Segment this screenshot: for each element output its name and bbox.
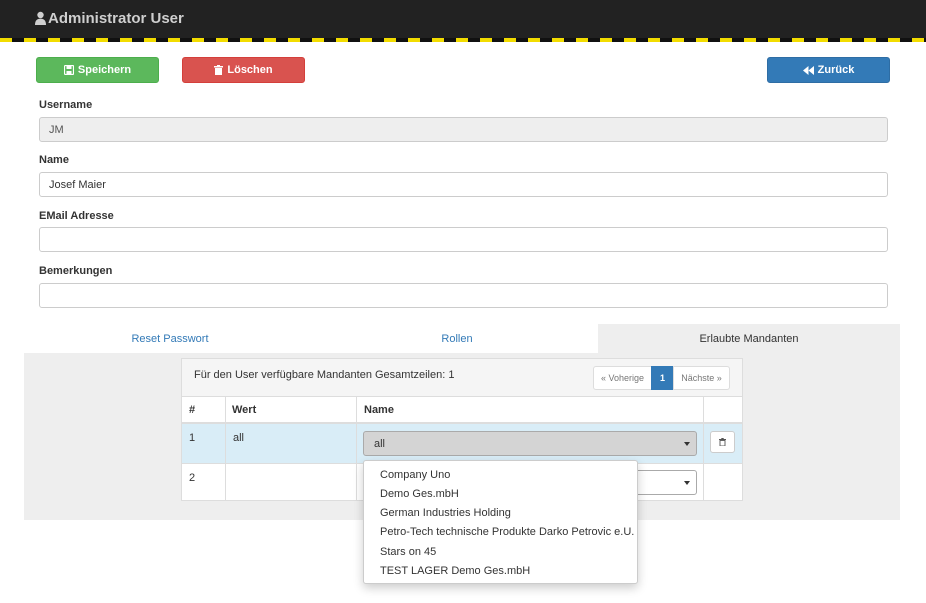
save-button-label: Speichern	[77, 64, 132, 76]
delete-button[interactable]: Löschen	[182, 57, 305, 83]
user-icon	[35, 11, 46, 25]
tab-reset-password[interactable]: Reset Passwort	[24, 324, 316, 353]
page-title: Administrator User	[48, 10, 184, 27]
username-value: JM	[49, 123, 64, 136]
panel-heading: Für den User verfügbare Mandanten Gesamt…	[182, 359, 742, 397]
trash-icon	[719, 438, 726, 446]
tab-roles[interactable]: Rollen	[316, 324, 598, 353]
dropdown-option[interactable]: Petro-Tech technische Produkte Darko Pet…	[364, 522, 637, 541]
dropdown-option[interactable]: Company Uno	[364, 465, 637, 484]
dropdown-option[interactable]: TEST LAGER Demo Ges.mbH	[364, 561, 637, 580]
client-select-value: all	[374, 437, 386, 450]
back-button[interactable]: Zurück	[767, 57, 890, 83]
top-navbar: Administrator User	[0, 0, 926, 38]
client-dropdown-menu: Company Uno Demo Ges.mbH German Industri…	[363, 460, 638, 584]
save-button[interactable]: Speichern	[36, 57, 159, 83]
dropdown-option[interactable]: German Industries Holding	[364, 503, 637, 522]
backward-icon	[802, 65, 814, 75]
email-field[interactable]	[39, 227, 888, 252]
pagination-prev[interactable]: « Voherige	[593, 366, 652, 390]
column-header-name: Name	[364, 404, 394, 416]
username-field: JM	[39, 117, 888, 142]
column-header-wert: Wert	[232, 404, 257, 416]
row-number: 2	[189, 472, 196, 484]
column-header-number: #	[189, 404, 196, 416]
pagination-page-1[interactable]: 1	[651, 366, 674, 390]
back-button-label: Zurück	[817, 64, 855, 76]
tab-bar: Reset Passwort Rollen Erlaubte Mandanten	[24, 324, 900, 353]
remarks-label: Bemerkungen	[39, 265, 113, 277]
client-select-row-1[interactable]: all	[363, 431, 697, 456]
pagination: « Voherige 1 Nächste »	[593, 366, 730, 390]
chevron-down-icon	[684, 442, 690, 446]
tab-allowed-clients[interactable]: Erlaubte Mandanten	[598, 324, 900, 353]
name-value: Josef Maier	[49, 178, 106, 191]
row-wert: all	[233, 432, 245, 444]
name-field[interactable]: Josef Maier	[39, 172, 888, 197]
panel-summary: Für den User verfügbare Mandanten Gesamt…	[194, 369, 455, 381]
header-stripe	[0, 38, 926, 42]
pagination-next[interactable]: Nächste »	[673, 366, 730, 390]
name-label: Name	[39, 154, 69, 166]
table-header: # Wert Name	[182, 397, 742, 424]
username-label: Username	[39, 99, 93, 111]
row-number: 1	[189, 432, 196, 444]
column-divider	[356, 397, 357, 500]
table-row: 1 all all	[182, 424, 742, 464]
column-divider	[703, 397, 704, 500]
delete-row-button[interactable]	[710, 431, 735, 453]
email-label: EMail Adresse	[39, 210, 114, 222]
delete-button-label: Löschen	[227, 64, 273, 76]
column-divider	[225, 397, 226, 500]
dropdown-option[interactable]: Stars on 45	[364, 542, 637, 561]
remarks-field[interactable]	[39, 283, 888, 308]
chevron-down-icon	[684, 481, 690, 485]
save-icon	[63, 65, 74, 75]
trash-icon	[214, 65, 224, 75]
dropdown-option[interactable]: Demo Ges.mbH	[364, 484, 637, 503]
